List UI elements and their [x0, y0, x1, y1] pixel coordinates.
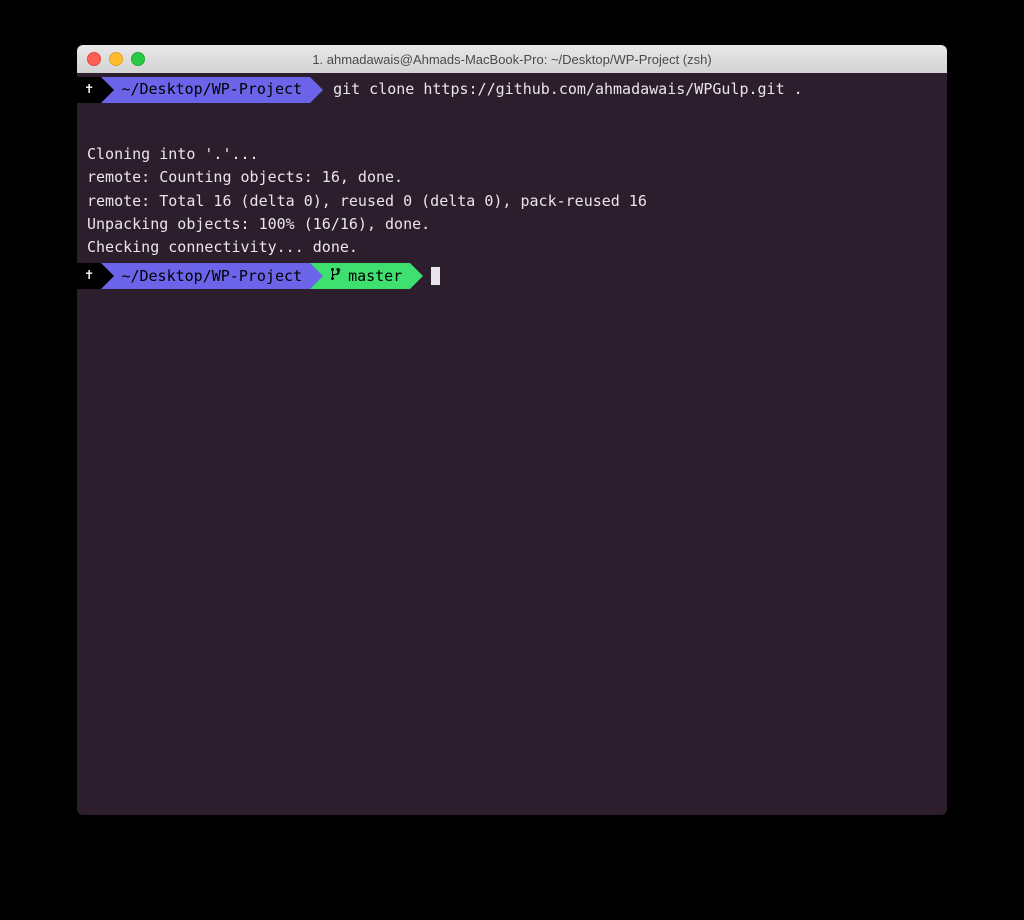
traffic-lights: [87, 52, 145, 66]
output-line: Unpacking objects: 100% (16/16), done.: [87, 213, 937, 236]
command-output: Cloning into '.'... remote: Counting obj…: [77, 143, 947, 259]
segment-arrow: [410, 263, 423, 289]
minimize-icon[interactable]: [109, 52, 123, 66]
maximize-icon[interactable]: [131, 52, 145, 66]
status-icon: ✝: [85, 265, 93, 287]
segment-arrow: [310, 77, 323, 103]
prompt-path: ~/Desktop/WP-Project: [121, 265, 302, 288]
terminal-body[interactable]: ✝ ~/Desktop/WP-Project git clone https:/…: [77, 73, 947, 295]
prompt-branch: master: [348, 265, 402, 288]
segment-arrow: [101, 263, 114, 289]
cursor: [431, 267, 440, 285]
blank-line: [77, 105, 947, 129]
command-text: git clone https://github.com/ahmadawais/…: [333, 78, 803, 101]
prompt-path: ~/Desktop/WP-Project: [121, 78, 302, 101]
output-line: remote: Counting objects: 16, done.: [87, 166, 937, 189]
prompt-path-segment: ~/Desktop/WP-Project: [101, 263, 310, 289]
titlebar[interactable]: 1. ahmadawais@Ahmads-MacBook-Pro: ~/Desk…: [77, 45, 947, 73]
segment-arrow: [101, 77, 114, 103]
prompt-status-segment: ✝: [77, 77, 101, 103]
segment-arrow: [310, 263, 323, 289]
prompt-path-segment: ~/Desktop/WP-Project: [101, 77, 310, 103]
status-icon: ✝: [85, 79, 93, 101]
prompt-status-segment: ✝: [77, 263, 101, 289]
output-line: Cloning into '.'...: [87, 143, 937, 166]
git-branch-icon: [330, 265, 344, 288]
prompt-line-1: ✝ ~/Desktop/WP-Project git clone https:/…: [77, 77, 947, 103]
output-line: remote: Total 16 (delta 0), reused 0 (de…: [87, 190, 937, 213]
prompt-branch-segment: master: [310, 263, 410, 289]
output-line: Checking connectivity... done.: [87, 236, 937, 259]
terminal-window: 1. ahmadawais@Ahmads-MacBook-Pro: ~/Desk…: [77, 45, 947, 815]
window-title: 1. ahmadawais@Ahmads-MacBook-Pro: ~/Desk…: [312, 52, 711, 67]
prompt-line-2: ✝ ~/Desktop/WP-Project master: [77, 263, 947, 289]
close-icon[interactable]: [87, 52, 101, 66]
